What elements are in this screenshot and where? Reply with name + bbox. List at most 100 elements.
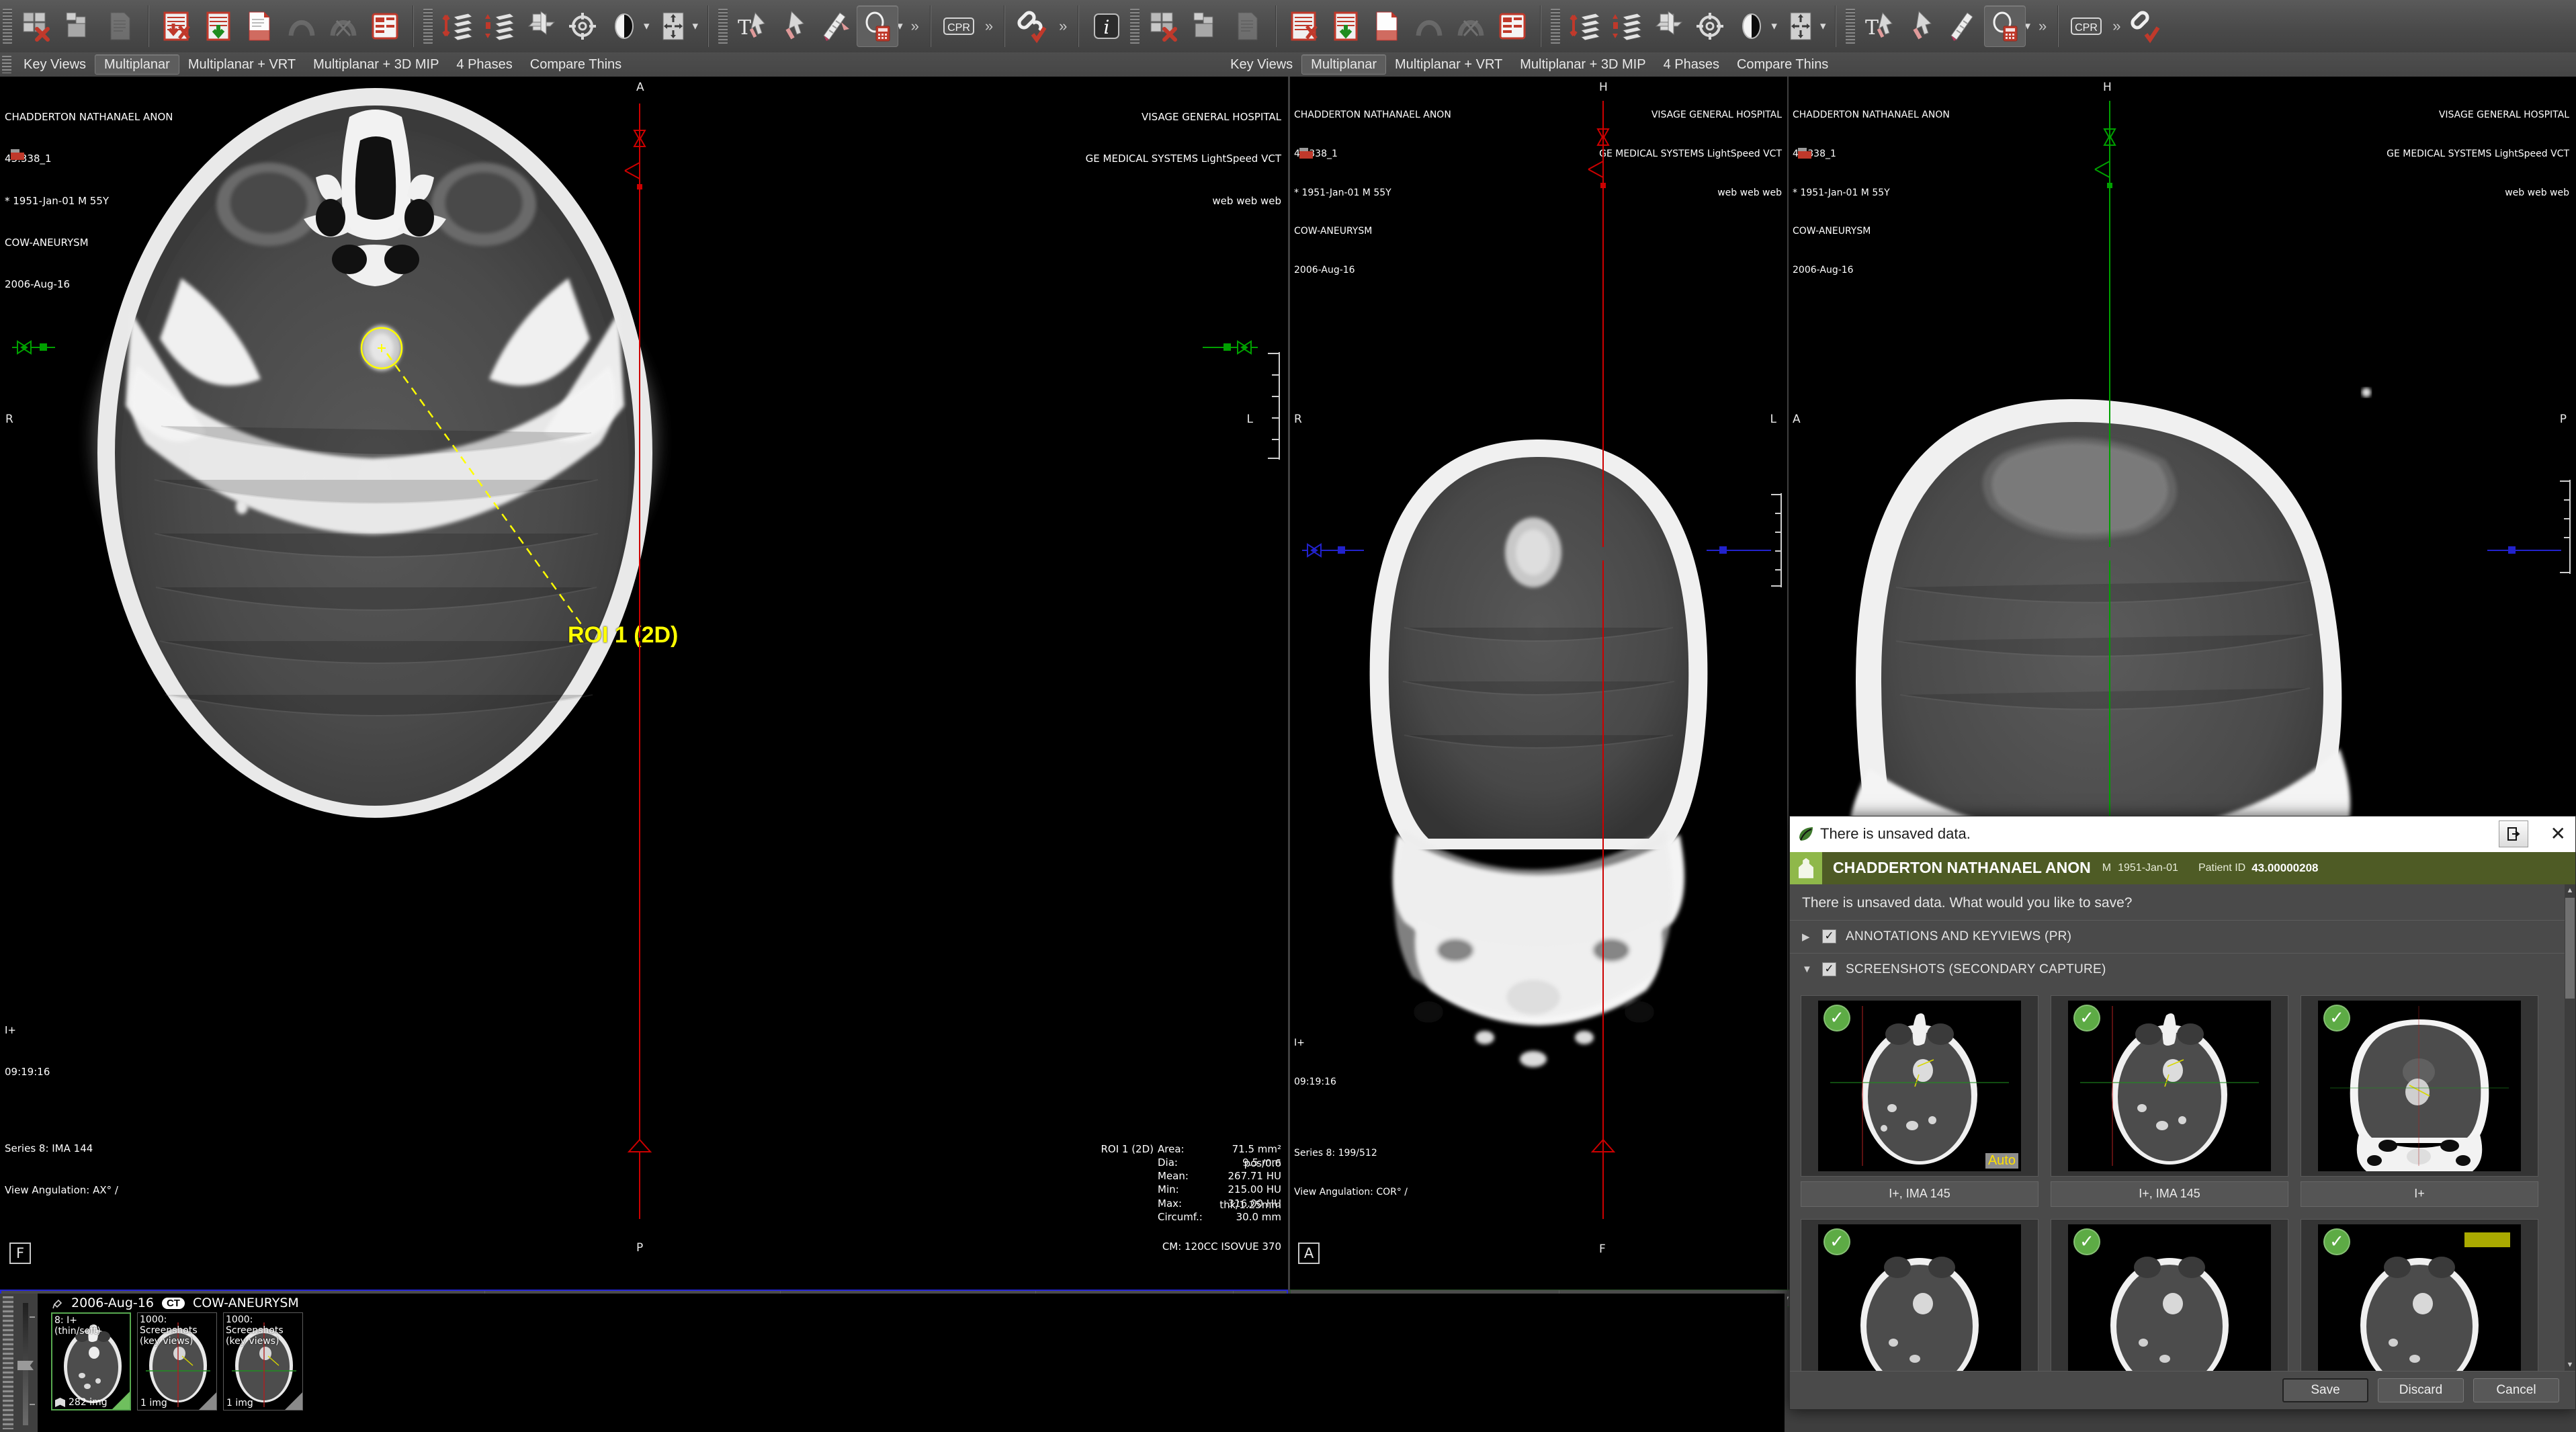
pin-icon[interactable] [52,1298,63,1309]
toolbar-grip-5[interactable] [1551,9,1561,44]
tab-multiplanar-2[interactable]: Multiplanar [1301,54,1386,75]
window-level-icon-2[interactable] [1731,5,1772,47]
ruler-icon[interactable] [815,5,857,47]
screenshot-checkmark-5[interactable]: ✓ [2073,1228,2100,1255]
screenshot-image-1[interactable]: ✓ Auto [1801,995,2038,1177]
screenshot-checkmark-4[interactable]: ✓ [1823,1228,1850,1255]
chevron-down-icon[interactable]: ▼ [1802,964,1813,975]
link-check-icon-2[interactable] [2125,5,2167,47]
info-icon[interactable]: i [1086,5,1127,47]
checkbox-annotations[interactable]: ✓ [1822,929,1836,944]
text-annotation-icon[interactable]: T [732,5,773,47]
toolbar-overflow-icon[interactable]: » [911,17,919,35]
series-thumbnail-8[interactable]: 8: I+ (thin/soft) 282 img [51,1312,131,1410]
tab-multiplanar-3dmip-2[interactable]: Multiplanar + 3D MIP [1511,54,1654,75]
toolbar-grip-6[interactable] [1846,9,1856,44]
dialog-scrollbar[interactable]: ▲ ▼ [2565,884,2575,1372]
slider-thumb[interactable] [17,1361,34,1370]
vessel-cut-icon-2[interactable] [1450,5,1492,47]
save-button[interactable]: Save [2282,1378,2368,1403]
thick-slab-icon[interactable] [478,5,520,47]
document-icon-2[interactable] [1227,5,1269,47]
crosshair-icon-2[interactable] [1689,5,1731,47]
arrow-annotation-icon[interactable] [773,5,815,47]
series-stack-icon-2[interactable] [1185,5,1227,47]
screenshot-cell-5[interactable]: ✓ [2051,1218,2288,1372]
toolbar-grip-3[interactable] [718,9,728,44]
arrow-annotation-icon-2[interactable] [1901,5,1942,47]
thick-slab-icon-2[interactable] [1606,5,1647,47]
screenshot-image-6[interactable]: ✓ [2301,1218,2538,1372]
toolbar-grip-2[interactable] [423,9,433,44]
report-page-icon-2[interactable] [1367,5,1408,47]
window-level-icon[interactable] [603,5,645,47]
viewport-coronal[interactable]: CHADDERTON NATHANAEL ANON 43.338_1 * 195… [1290,77,1787,1290]
report-layout-icon[interactable] [364,5,406,47]
screenshot-cell-1[interactable]: ✓ Auto I+, IMA 145 [1801,995,2038,1207]
remove-from-report-icon[interactable] [156,5,198,47]
cpr-icon[interactable]: CPR [938,5,980,47]
toolbar-grip-4[interactable] [1130,9,1140,44]
roi-calculator-icon[interactable] [857,5,899,47]
mpr-cube-icon-2[interactable] [1647,5,1689,47]
series-thumbnail-1000a[interactable]: 1000: Screenshots (key views) 1 img [137,1312,217,1410]
section-annotations-keyviews[interactable]: ▶ ✓ ANNOTATIONS AND KEYVIEWS (PR) [1790,921,2575,953]
screenshot-image-2[interactable]: ✓ [2051,995,2288,1177]
toolbar-overflow-icon[interactable]: » [1059,17,1067,35]
mpr-cube-icon[interactable] [520,5,562,47]
series-scroll-slider[interactable] [17,1303,35,1425]
screenshot-cell-2[interactable]: ✓ I+, IMA 145 [2051,995,2288,1207]
screenshot-cell-4[interactable]: ✓ [1801,1218,2038,1372]
screenshot-image-3[interactable]: ✓ [2301,995,2538,1177]
toolbar-overflow-icon[interactable]: » [985,17,993,35]
vessel-icon-2[interactable] [1408,5,1450,47]
close-layout-icon-2[interactable] [1144,5,1185,47]
add-to-report-icon[interactable] [198,5,239,47]
scrollbar-thumb[interactable] [2565,897,2575,999]
screenshot-checkmark-3[interactable]: ✓ [2323,1004,2350,1031]
document-icon[interactable] [99,5,141,47]
mpr-crosshairs[interactable] [0,77,1288,1290]
toolbar-overflow-icon[interactable]: » [2038,17,2047,35]
screenshot-checkmark-6[interactable]: ✓ [2323,1228,2350,1255]
scroll-slab-icon[interactable] [437,5,478,47]
toolbar-overflow-icon[interactable]: » [2112,17,2120,35]
link-check-icon[interactable] [1012,5,1054,47]
text-annotation-icon-2[interactable]: T [1859,5,1901,47]
screenshot-image-5[interactable]: ✓ [2051,1218,2288,1372]
report-page-icon[interactable] [239,5,281,47]
viewport-axial[interactable]: ROI 1 (2D) CHADDERTON NATHANAEL ANON 43.… [0,77,1288,1290]
chevron-right-icon[interactable]: ▶ [1802,931,1813,943]
vessel-icon[interactable] [281,5,323,47]
toolbar-grip-1[interactable] [3,9,12,44]
ruler-icon-2[interactable] [1942,5,1984,47]
add-to-report-icon-2[interactable] [1325,5,1367,47]
scroll-down-icon[interactable]: ▼ [2565,1360,2575,1370]
scroll-up-icon[interactable]: ▲ [2565,886,2575,895]
tabbar-grip-1[interactable] [2,56,11,73]
cpr-icon-2[interactable]: CPR [2065,5,2107,47]
series-thumbnail-1000b[interactable]: 1000: Screenshots (key views) 1 img [223,1312,303,1410]
tab-compare-thins-2[interactable]: Compare Thins [1728,54,1837,75]
report-layout-icon-2[interactable] [1492,5,1533,47]
close-layout-icon[interactable] [16,5,58,47]
screenshot-checkmark-2[interactable]: ✓ [2073,1004,2100,1031]
scroll-slab-icon-2[interactable] [1564,5,1606,47]
pan-icon-2[interactable] [1780,5,1821,47]
vessel-cut-icon[interactable] [323,5,364,47]
crosshair-icon[interactable] [562,5,603,47]
series-stack-icon[interactable] [58,5,99,47]
close-icon[interactable]: ✕ [2550,825,2566,843]
tab-key-views[interactable]: Key Views [15,54,95,75]
tab-multiplanar-vrt[interactable]: Multiplanar + VRT [179,54,304,75]
tab-key-views-2[interactable]: Key Views [1221,54,1301,75]
tab-multiplanar-vrt-2[interactable]: Multiplanar + VRT [1386,54,1511,75]
discard-button[interactable]: Discard [2378,1378,2464,1403]
tab-compare-thins[interactable]: Compare Thins [521,54,630,75]
screenshot-checkmark-1[interactable]: ✓ [1823,1004,1850,1031]
tab-multiplanar[interactable]: Multiplanar [95,54,179,75]
tab-4-phases-2[interactable]: 4 Phases [1655,54,1728,75]
checkbox-screenshots[interactable]: ✓ [1822,962,1836,977]
screenshot-image-4[interactable]: ✓ [1801,1218,2038,1372]
screenshot-cell-6[interactable]: ✓ [2301,1218,2538,1372]
